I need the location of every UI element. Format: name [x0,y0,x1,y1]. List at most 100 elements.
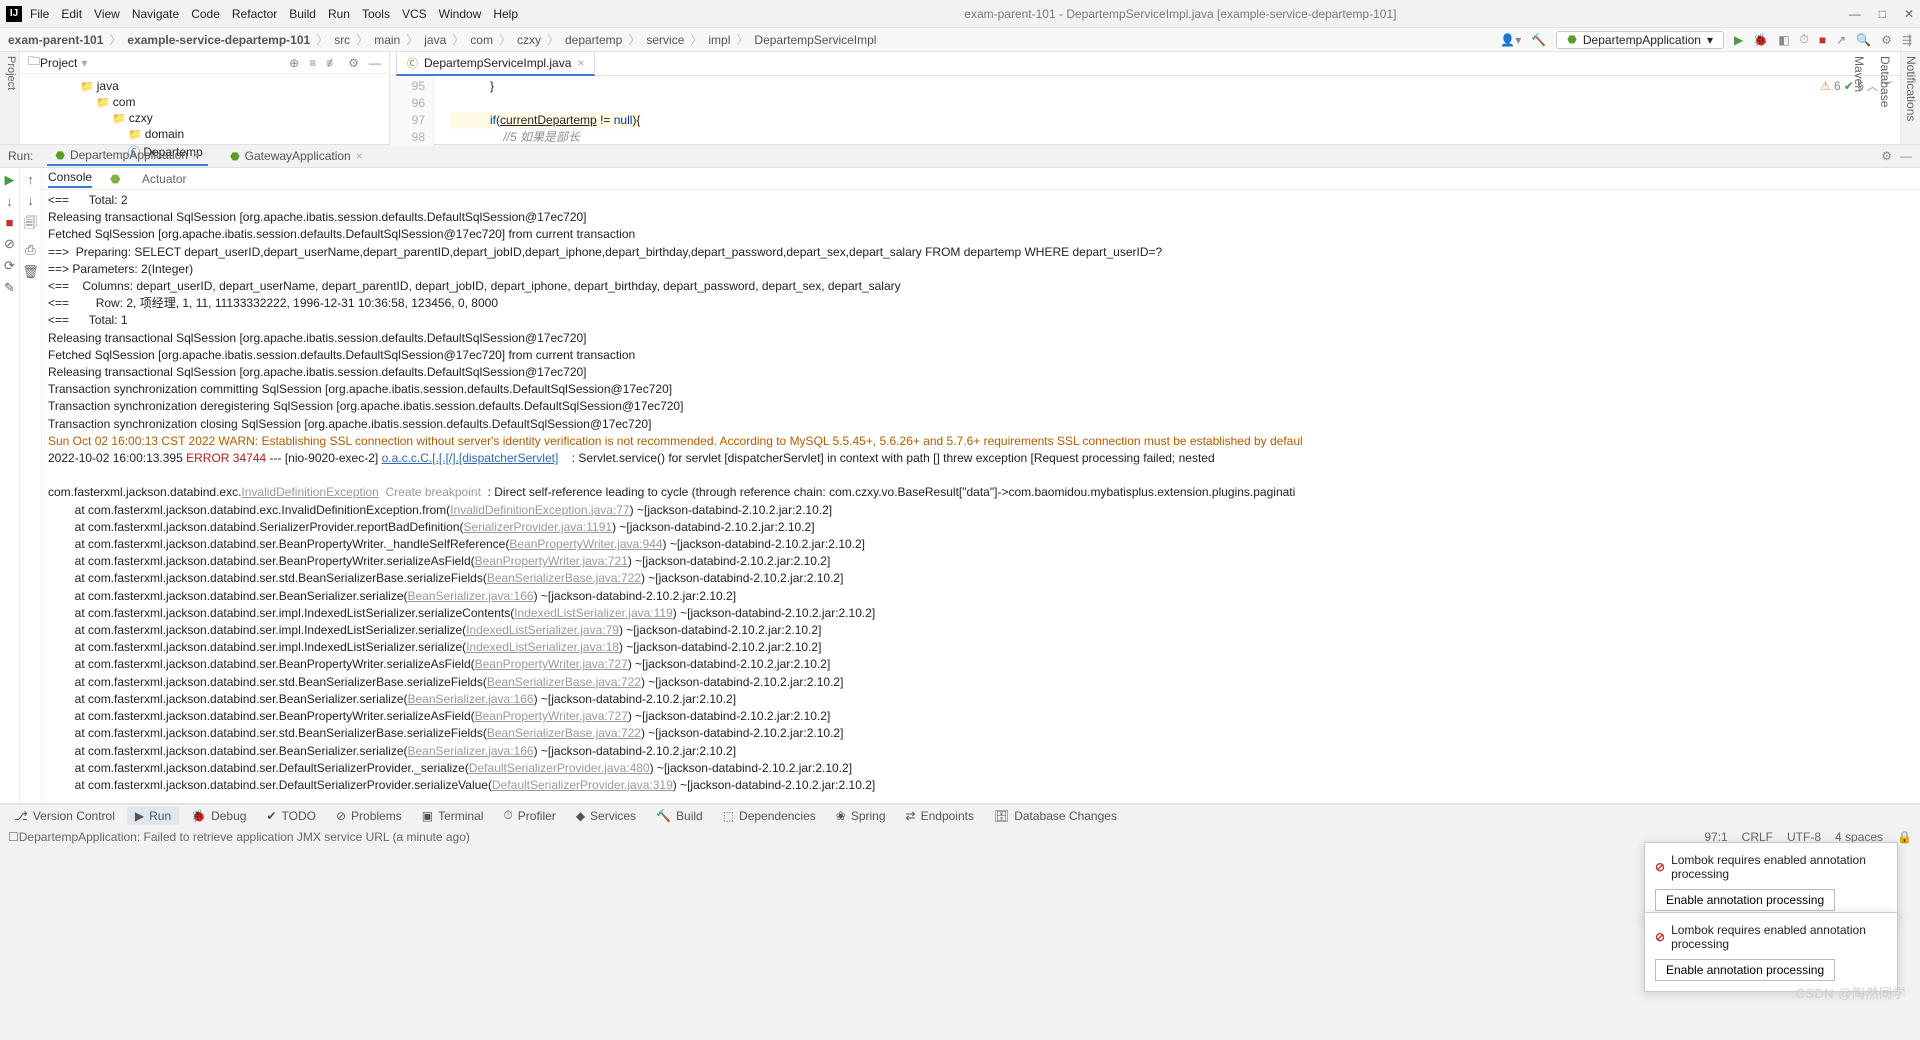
error-icon: ⊘ [1655,860,1665,874]
close-tab-icon[interactable]: × [577,56,584,70]
status-message: DepartempApplication: Failed to retrieve… [19,830,470,844]
tree-czxy: czxy [80,110,389,126]
crumb-2[interactable]: src [334,33,350,47]
menu-refactor[interactable]: Refactor [232,7,277,21]
code-area[interactable]: } if(currentDepartemp != null){ //5 如果是部… [434,76,640,146]
bottom-profiler[interactable]: ⏱Profiler [495,806,563,825]
status-msg-icon: ☐ [8,830,19,844]
expand-icon[interactable]: ≡ [309,56,316,70]
inspection-info[interactable]: ⚠ 6 ✔ 6 ︿ ﹀ [1820,78,1892,94]
menu-run[interactable]: Run [328,7,350,21]
crumb-9[interactable]: impl [708,33,730,47]
run-config-select[interactable]: ⬣DepartempApplication▾ [1556,31,1724,49]
bottom-endpoints[interactable]: ⇄Endpoints [898,807,982,825]
bottom-toolbar[interactable]: ⎇Version Control▶Run🐞Debug✔TODO⊘Problems… [0,804,1920,826]
titlebar: IJ FileEditViewNavigateCodeRefactorBuild… [0,0,1920,28]
bottom-build[interactable]: 🔨Build [648,807,711,825]
locate-icon[interactable]: ⊕ [289,56,299,70]
left-rail-project[interactable]: Project [0,52,20,144]
enable-annotation-btn[interactable]: Enable annotation processing [1655,959,1835,981]
crumb-0[interactable]: exam-parent-101 [8,33,103,47]
minimize-icon: — [1849,7,1861,21]
enable-annotation-btn[interactable]: Enable annotation processing [1655,889,1835,911]
run-actions[interactable]: ▶↓■⊘⟳✎ [0,168,20,803]
breadcrumb[interactable]: exam-parent-101〉example-service-departem… [0,28,1920,52]
debug-icon[interactable]: 🐞 [1753,33,1768,47]
lock-icon[interactable]: 🔒 [1897,830,1912,844]
status-bar: ☐ DepartempApplication: Failed to retrie… [0,826,1920,848]
crumb-10[interactable]: DepartempServiceImpl [754,33,876,47]
window-controls[interactable]: — □ ✕ [1831,7,1914,21]
bottom-terminal[interactable]: ▣Terminal [414,807,492,825]
right-rail[interactable]: NotificationsDatabaseMaven [1900,52,1920,144]
hammer-icon[interactable]: 🔨 [1531,33,1546,47]
window-title: exam-parent-101 - DepartempServiceImpl.j… [530,7,1831,21]
settings-icon[interactable]: ⚙ [1881,33,1892,47]
bottom-version-control[interactable]: ⎇Version Control [6,807,123,825]
run-header: Run: ⬣DepartempApplication × ⬣GatewayApp… [0,144,1920,168]
run-body: ▶↓■⊘⟳✎ ↑↓🗐⎙🗑 Console ⬣ Actuator <== Tota… [0,168,1920,804]
run-tab-departemp[interactable]: ⬣DepartempApplication × [47,146,208,166]
bottom-run[interactable]: ▶Run [127,807,179,825]
bottom-dependencies[interactable]: ⬚Dependencies [715,807,824,825]
more-icon[interactable]: ⇶ [1902,33,1912,47]
menu-build[interactable]: Build [289,7,316,21]
collapse-icon[interactable]: ≢ [326,56,338,70]
watermark: CSDN @陶然同学 [1795,983,1906,1002]
actuator-tab: ⬣ Actuator [110,172,205,186]
menu-view[interactable]: View [94,7,120,21]
run-actions-2[interactable]: ↑↓🗐⎙🗑 [20,168,42,803]
console-tab: Console [48,170,92,188]
console-output[interactable]: <== Total: 2Releasing transactional SqlS… [42,190,1920,803]
console-tabs[interactable]: Console ⬣ Actuator [42,168,1920,190]
crumb-7[interactable]: departemp [565,33,622,47]
run-tab-gateway[interactable]: ⬣GatewayApplication × [222,147,371,165]
coverage-icon[interactable]: ◧ [1778,33,1789,47]
close-icon: ✕ [1904,7,1914,21]
editor: ⒸDepartempServiceImpl.java× ⚠ 6 ✔ 6 ︿ ﹀ … [390,52,1900,144]
tree-java: java [80,78,389,94]
crumb-1[interactable]: example-service-departemp-101 [127,33,310,47]
menu-vcs[interactable]: VCS [402,7,427,21]
menu-file[interactable]: File [30,7,49,21]
bottom-debug[interactable]: 🐞Debug [183,807,254,825]
toast-title: Lombok requires enabled annotation proce… [1671,923,1887,951]
project-tool-window: 🗀 Project▾ ⊕≡≢⚙— java com czxy domain De… [20,52,390,144]
git-icon[interactable]: ↗ [1836,33,1846,47]
profile-icon[interactable]: ⏱ [1800,32,1809,47]
menu-edit[interactable]: Edit [61,7,82,21]
class-icon: Ⓒ [407,55,418,71]
search-icon[interactable]: 🔍 [1856,33,1871,47]
crumb-5[interactable]: com [470,33,493,47]
crumb-6[interactable]: czxy [517,33,541,47]
bottom-services[interactable]: ◆Services [568,807,644,825]
bottom-todo[interactable]: ✔TODO [258,807,324,825]
menu-window[interactable]: Window [439,7,482,21]
user-icon[interactable]: 👤▾ [1500,33,1521,47]
folder-icon: 🗀 [28,52,40,73]
toast-lombok-1: ⊘Lombok requires enabled annotation proc… [1644,842,1898,922]
hide-icon[interactable]: — [369,56,381,70]
toast-lombok-2: ⊘ Lombok requires enabled annotation proc… [1644,912,1898,992]
editor-tab[interactable]: ⒸDepartempServiceImpl.java× [396,51,595,76]
run-settings-icon[interactable]: ⚙ [1881,149,1892,163]
rail-notifications[interactable]: Notifications [1904,56,1918,140]
crumb-3[interactable]: main [374,33,400,47]
run-hide-icon[interactable]: — [1900,149,1912,163]
crumb-8[interactable]: service [646,33,684,47]
crumb-4[interactable]: java [424,33,446,47]
menu-code[interactable]: Code [191,7,220,21]
stop-icon[interactable]: ■ [1819,33,1826,47]
bottom-database-changes[interactable]: 🗄Database Changes [986,807,1125,825]
bottom-spring[interactable]: ❀Spring [828,807,894,825]
gear-icon[interactable]: ⚙ [348,56,359,70]
gutter[interactable]: 95969798 [390,76,434,146]
menu-help[interactable]: Help [493,7,518,21]
error-icon: ⊘ [1655,930,1665,944]
maximize-icon: □ [1879,7,1886,21]
menu-tools[interactable]: Tools [362,7,390,21]
menu-navigate[interactable]: Navigate [132,7,179,21]
main-menu[interactable]: File Edit View Navigate Code Refactor Build Run… [30,7,530,21]
run-icon[interactable]: ▶ [1734,33,1743,47]
bottom-problems[interactable]: ⊘Problems [328,807,410,825]
